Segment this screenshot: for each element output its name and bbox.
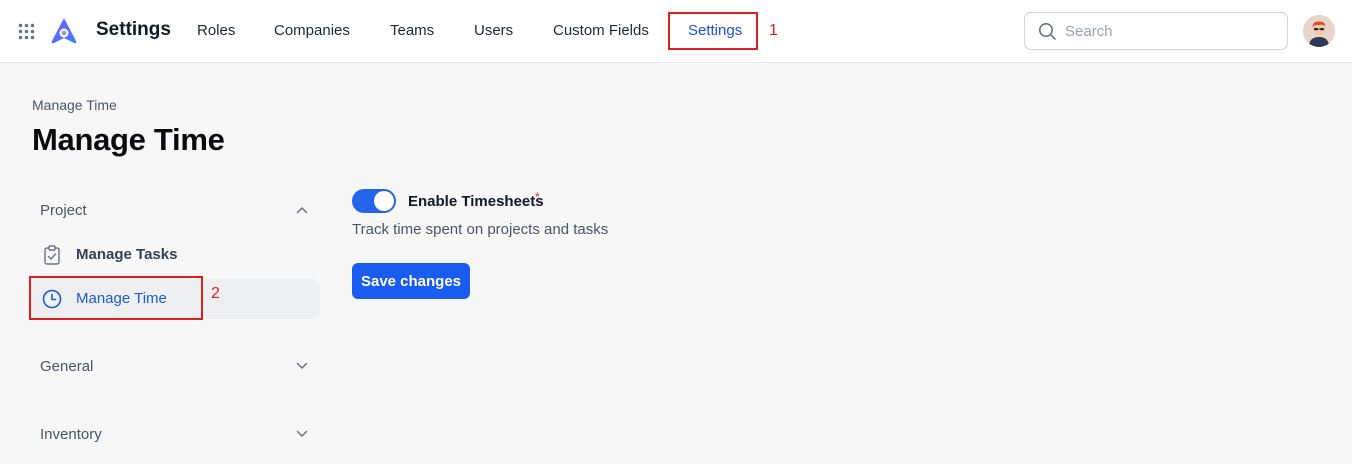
- required-marker: *: [535, 190, 540, 204]
- nav-custom-fields[interactable]: Custom Fields: [553, 22, 649, 39]
- app-title: Settings: [96, 19, 171, 40]
- sidebar-item-label: Manage Tasks: [76, 246, 178, 263]
- highlight-box-2: [29, 276, 203, 320]
- chevron-up-icon: [296, 207, 308, 214]
- section-project[interactable]: Project: [30, 195, 320, 227]
- highlight-box-1: [668, 12, 758, 50]
- section-general[interactable]: General: [30, 351, 320, 383]
- sidebar-item-manage-tasks[interactable]: Manage Tasks: [30, 235, 320, 275]
- annotation-marker-1: 1: [769, 22, 778, 39]
- nav-companies[interactable]: Companies: [274, 22, 350, 39]
- search-box[interactable]: [1024, 12, 1288, 50]
- search-icon: [1039, 23, 1056, 40]
- nav-roles[interactable]: Roles: [197, 22, 235, 39]
- nav-teams[interactable]: Teams: [390, 22, 434, 39]
- breadcrumb: Manage Time: [32, 97, 117, 113]
- timesheets-helper-text: Track time spent on projects and tasks: [352, 221, 609, 238]
- user-avatar-icon: [1303, 15, 1335, 47]
- chevron-down-icon: [296, 362, 308, 369]
- page-title: Manage Time: [32, 122, 225, 157]
- save-changes-button[interactable]: Save changes: [352, 263, 470, 299]
- annotation-marker-2: 2: [211, 285, 220, 302]
- section-label: Project: [40, 202, 87, 219]
- apps-grid-icon[interactable]: [18, 23, 35, 40]
- section-label: Inventory: [40, 426, 102, 443]
- enable-timesheets-label: Enable Timesheets: [408, 193, 544, 210]
- avatar[interactable]: [1303, 15, 1335, 47]
- clipboard-check-icon: [44, 245, 60, 265]
- app-logo-icon[interactable]: [50, 17, 78, 45]
- search-input[interactable]: [1065, 13, 1280, 49]
- section-inventory[interactable]: Inventory: [30, 419, 320, 451]
- chevron-down-icon: [296, 430, 308, 437]
- enable-timesheets-toggle[interactable]: [352, 189, 396, 213]
- toggle-knob: [374, 191, 394, 211]
- nav-users[interactable]: Users: [474, 22, 513, 39]
- section-label: General: [40, 358, 94, 375]
